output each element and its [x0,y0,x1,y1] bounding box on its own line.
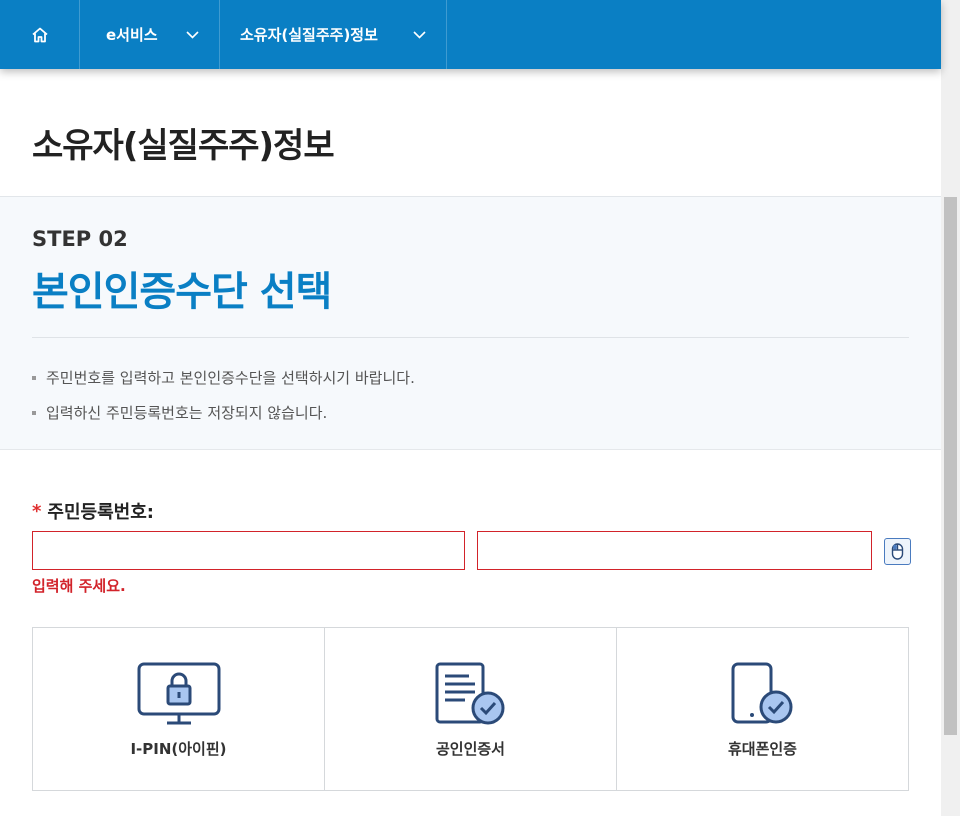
notice-text: 입력하신 주민등록번호는 저장되지 않습니다. [46,404,328,422]
auth-option-mobile[interactable]: 휴대폰인증 [616,627,909,791]
ssn-label: * 주민등록번호: [32,498,154,524]
auth-option-ipin[interactable]: I-PIN(아이핀) [32,627,325,791]
ssn-error-message: 입력해 주세요. [32,577,126,595]
auth-option-label: I-PIN(아이핀) [130,740,227,758]
chevron-down-icon [413,30,426,39]
chevron-down-icon [186,30,199,39]
nav-item-owner-info[interactable]: 소유자(실질주주)정보 [220,0,447,69]
notice-item: 주민번호를 입력하고 본인인증수단을 선택하시기 바랍니다. [32,367,415,388]
nav-item-label: e서비스 [106,26,158,44]
notice-item: 입력하신 주민등록번호는 저장되지 않습니다. [32,402,327,423]
ssn-label-text: 주민등록번호: [47,502,154,523]
certificate-icon [435,662,504,725]
virtual-keyboard-button[interactable] [884,538,911,565]
required-mark: * [32,500,42,522]
nav-item-eservice[interactable]: e서비스 [80,0,220,69]
step-heading: 본인인증수단 선택 [32,269,332,315]
vertical-scrollbar[interactable] [941,0,960,816]
ssn-second-input[interactable] [477,531,872,570]
mobile-phone-check-icon [731,662,792,724]
auth-option-certificate[interactable]: 공인인증서 [324,627,617,791]
step-label: STEP 02 [32,227,128,251]
nav-home-button[interactable] [0,0,80,69]
mouse-icon [891,543,904,560]
auth-option-label: 휴대폰인증 [727,740,797,758]
ssn-first-input[interactable] [32,531,465,570]
auth-option-label: 공인인증서 [435,740,505,758]
scrollbar-thumb[interactable] [944,197,957,735]
step-section: STEP 02 본인인증수단 선택 주민번호를 입력하고 본인인증수단을 선택하… [0,197,941,450]
bullet-icon [32,375,36,380]
auth-options: I-PIN(아이핀) 공인인증서 휴대폰인증 [32,627,909,791]
nav-item-label: 소유자(실질주주)정보 [240,26,378,44]
bullet-icon [32,410,36,415]
top-nav: e서비스 소유자(실질주주)정보 [0,0,941,69]
home-icon [31,27,48,42]
step-divider [32,337,909,338]
notice-text: 주민번호를 입력하고 본인인증수단을 선택하시기 바랍니다. [46,369,415,387]
ipin-monitor-lock-icon [137,662,220,725]
page-title: 소유자(실질주주)정보 [32,126,335,166]
